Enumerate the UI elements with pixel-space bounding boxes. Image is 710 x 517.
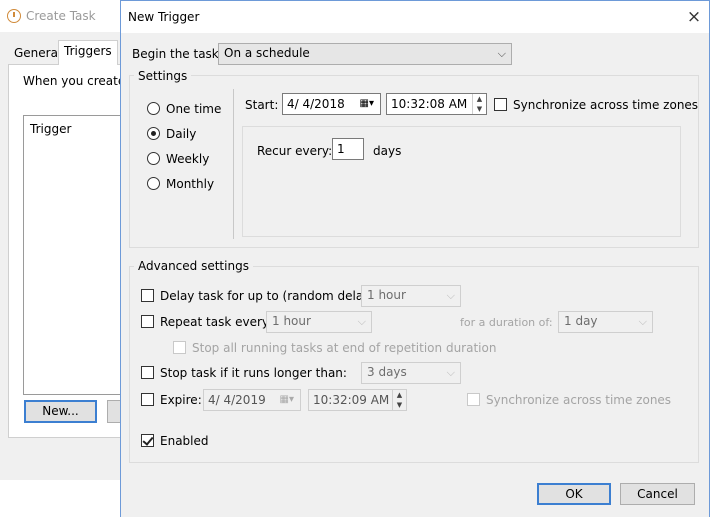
- recur-unit-label: days: [373, 144, 402, 158]
- chevron-down-icon: ⌵: [497, 47, 506, 60]
- stop-task-checkbox[interactable]: [141, 366, 154, 379]
- create-task-title: Create Task: [26, 9, 96, 23]
- triggers-list[interactable]: [23, 115, 130, 395]
- calendar-icon[interactable]: ▦▾: [280, 394, 294, 405]
- tab-triggers[interactable]: Triggers: [58, 40, 118, 65]
- new-trigger-button[interactable]: New...: [24, 400, 97, 423]
- start-time-input[interactable]: 10:32:08 AM ▲ ▼: [386, 93, 487, 115]
- stop-task-select[interactable]: 3 days ⌵: [361, 362, 461, 384]
- start-date-picker[interactable]: 4/ 4/2018 ▦▾: [282, 93, 381, 115]
- enabled-checkbox[interactable]: [141, 434, 154, 447]
- stop-task-value: 3 days: [367, 365, 407, 379]
- delay-label[interactable]: Delay task for up to (random delay):: [160, 289, 379, 303]
- daily-radio[interactable]: [147, 127, 160, 140]
- expire-date-picker[interactable]: 4/ 4/2019 ▦▾: [203, 389, 301, 411]
- duration-value: 1 day: [564, 314, 598, 328]
- clock-icon: [7, 9, 21, 23]
- sync-timezones-label[interactable]: Synchronize across time zones: [513, 98, 698, 112]
- stop-task-label[interactable]: Stop task if it runs longer than:: [160, 366, 347, 380]
- chevron-down-icon: ⌵: [446, 289, 455, 302]
- cancel-button[interactable]: Cancel: [620, 483, 695, 505]
- weekly-radio[interactable]: [147, 152, 160, 165]
- settings-group-label: Settings: [134, 69, 192, 83]
- close-icon[interactable]: ×: [683, 6, 705, 28]
- duration-label: for a duration of:: [460, 316, 553, 329]
- one-time-radio[interactable]: [147, 102, 160, 115]
- spin-up-icon[interactable]: ▲: [393, 390, 406, 400]
- recurrence-panel: [242, 126, 681, 237]
- start-time-value: 10:32:08 AM: [391, 97, 468, 111]
- settings-divider: [233, 89, 234, 239]
- begin-task-select[interactable]: On a schedule ⌵: [218, 43, 512, 65]
- expire-time-value: 10:32:09 AM: [313, 393, 390, 407]
- expire-sync-checkbox[interactable]: [467, 393, 480, 406]
- repeat-select[interactable]: 1 hour ⌵: [266, 311, 372, 333]
- ok-button[interactable]: OK: [537, 483, 611, 505]
- begin-task-value: On a schedule: [224, 46, 310, 60]
- dialog-titlebar: [120, 0, 710, 33]
- sync-timezones-checkbox[interactable]: [494, 98, 507, 111]
- chevron-down-icon: ⌵: [446, 366, 455, 379]
- monthly-label[interactable]: Monthly: [166, 177, 214, 191]
- monthly-radio[interactable]: [147, 177, 160, 190]
- dialog-title: New Trigger: [128, 10, 200, 24]
- one-time-label[interactable]: One time: [166, 102, 221, 116]
- repeat-value: 1 hour: [272, 314, 311, 328]
- delay-checkbox[interactable]: [141, 289, 154, 302]
- repeat-label[interactable]: Repeat task every:: [160, 315, 272, 329]
- spin-down-icon[interactable]: ▼: [473, 104, 486, 114]
- chevron-down-icon: ⌵: [357, 315, 366, 328]
- expire-time-input[interactable]: 10:32:09 AM ▲ ▼: [308, 389, 407, 411]
- recur-every-input[interactable]: 1: [332, 138, 364, 160]
- chevron-down-icon: ⌵: [638, 315, 647, 328]
- stop-all-checkbox[interactable]: [173, 341, 186, 354]
- daily-label[interactable]: Daily: [166, 127, 196, 141]
- advanced-settings-label: Advanced settings: [134, 259, 253, 273]
- expire-date-value: 4/ 4/2019: [208, 393, 266, 407]
- stop-all-label[interactable]: Stop all running tasks at end of repetit…: [192, 341, 496, 355]
- start-date-value: 4/ 4/2018: [287, 97, 345, 111]
- spin-up-icon[interactable]: ▲: [473, 94, 486, 104]
- weekly-label[interactable]: Weekly: [166, 152, 209, 166]
- delay-select[interactable]: 1 hour ⌵: [361, 285, 461, 307]
- start-label: Start:: [245, 98, 279, 112]
- duration-select[interactable]: 1 day ⌵: [558, 311, 653, 333]
- delay-value: 1 hour: [367, 288, 406, 302]
- calendar-icon[interactable]: ▦▾: [360, 98, 374, 109]
- expire-label[interactable]: Expire:: [160, 393, 202, 407]
- triggers-description: When you create a: [23, 74, 123, 88]
- expire-sync-label[interactable]: Synchronize across time zones: [486, 393, 671, 407]
- begin-task-label: Begin the task:: [132, 47, 223, 61]
- recur-every-label: Recur every:: [257, 144, 333, 158]
- expire-checkbox[interactable]: [141, 393, 154, 406]
- enabled-label[interactable]: Enabled: [160, 434, 209, 448]
- repeat-checkbox[interactable]: [141, 315, 154, 328]
- spin-down-icon[interactable]: ▼: [393, 400, 406, 410]
- triggers-list-header[interactable]: Trigger: [30, 122, 71, 136]
